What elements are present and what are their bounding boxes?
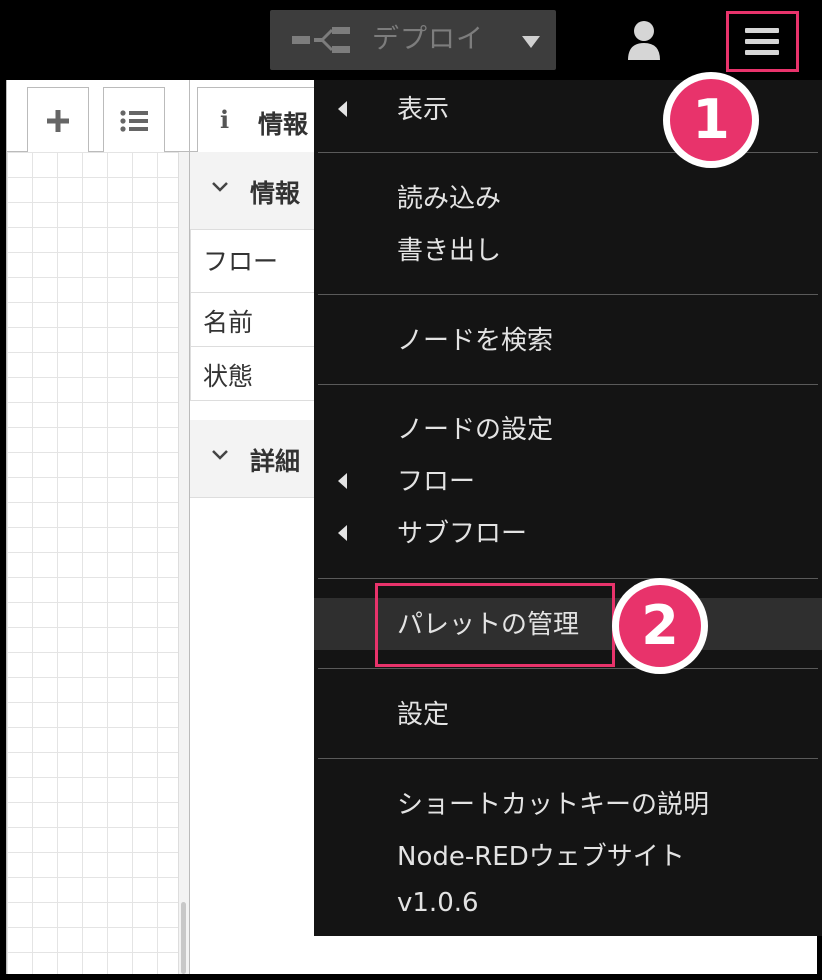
version-label: v1.0.6 [397,888,479,918]
chevron-down-icon [212,450,228,460]
menu-item-import[interactable]: 読み込み [314,172,822,224]
menu-item-version: v1.0.6 [314,882,822,934]
user-icon[interactable] [626,20,662,60]
header-bar: デプロイ [0,0,822,80]
property-label: 状態 [203,362,254,391]
menu-item-label: ノードを検索 [397,326,554,356]
menu-item-label: Node-REDウェブサイト [397,842,685,872]
flow-canvas[interactable] [7,152,178,974]
menu-divider [318,668,818,669]
caret-left-icon [338,473,347,489]
badge-number: 2 [619,585,701,667]
property-label: フロー [203,247,279,276]
section-info-label: 情報 [250,179,301,208]
deploy-icon [292,27,350,53]
caret-down-icon[interactable] [522,36,540,48]
scrollbar-thumb[interactable] [181,902,186,974]
menu-item-search-nodes[interactable]: ノードを検索 [314,314,822,366]
workspace-tabbar [7,80,189,153]
annotation-badge-2: 2 [612,578,708,674]
deploy-button[interactable]: デプロイ [270,10,556,70]
badge-number: 1 [670,79,752,161]
menu-divider [318,294,818,295]
section-detail-label: 詳細 [250,447,301,476]
menu-item-keyboard-shortcuts[interactable]: ショートカットキーの説明 [314,778,822,830]
menu-item-label: フロー [397,467,476,497]
menu-item-label: 設定 [397,700,450,730]
hamburger-menu-icon [745,28,779,55]
tab-info-label: 情報 [258,110,309,139]
menu-divider [318,384,818,385]
menu-item-label: サブフロー [397,519,528,549]
property-label: 名前 [203,308,254,337]
flow-list-button[interactable] [103,87,165,153]
menu-item-settings[interactable]: 設定 [314,688,822,740]
workspace-scrollbar[interactable] [178,152,189,974]
menu-item-website[interactable]: Node-REDウェブサイト [314,830,822,882]
caret-left-icon [338,525,347,541]
menu-item-export[interactable]: 書き出し [314,224,822,276]
app-window: デプロイ i 情報 情報 フロー 名前 状態 詳細 表示 読み込み 書き出し ノ… [0,0,822,980]
menu-divider [318,578,818,579]
menu-item-flows[interactable]: フロー [314,455,822,507]
menu-divider [318,758,818,759]
menu-item-label: ショートカットキーの説明 [397,790,710,820]
deploy-label: デプロイ [372,24,484,55]
menu-item-label: ノードの設定 [397,415,554,445]
menu-item-label: 読み込み [397,184,502,214]
menu-item-label: 表示 [397,95,450,125]
workspace [6,80,189,974]
main-menu-button[interactable] [726,11,799,72]
menu-item-subflows[interactable]: サブフロー [314,507,822,559]
annotation-badge-1: 1 [663,72,759,168]
chevron-down-icon [212,182,228,192]
main-menu-dropdown: 表示 読み込み 書き出し ノードを検索 ノードの設定 フロー サブフロー パレッ… [314,80,822,936]
plus-icon [47,109,69,132]
list-icon [120,109,148,132]
annotation-highlight-box [375,583,615,667]
add-flow-button[interactable] [27,87,89,153]
caret-left-icon [338,101,347,117]
menu-item-label: 書き出し [397,236,502,266]
info-icon: i [220,105,230,134]
menu-item-node-config[interactable]: ノードの設定 [314,403,822,455]
